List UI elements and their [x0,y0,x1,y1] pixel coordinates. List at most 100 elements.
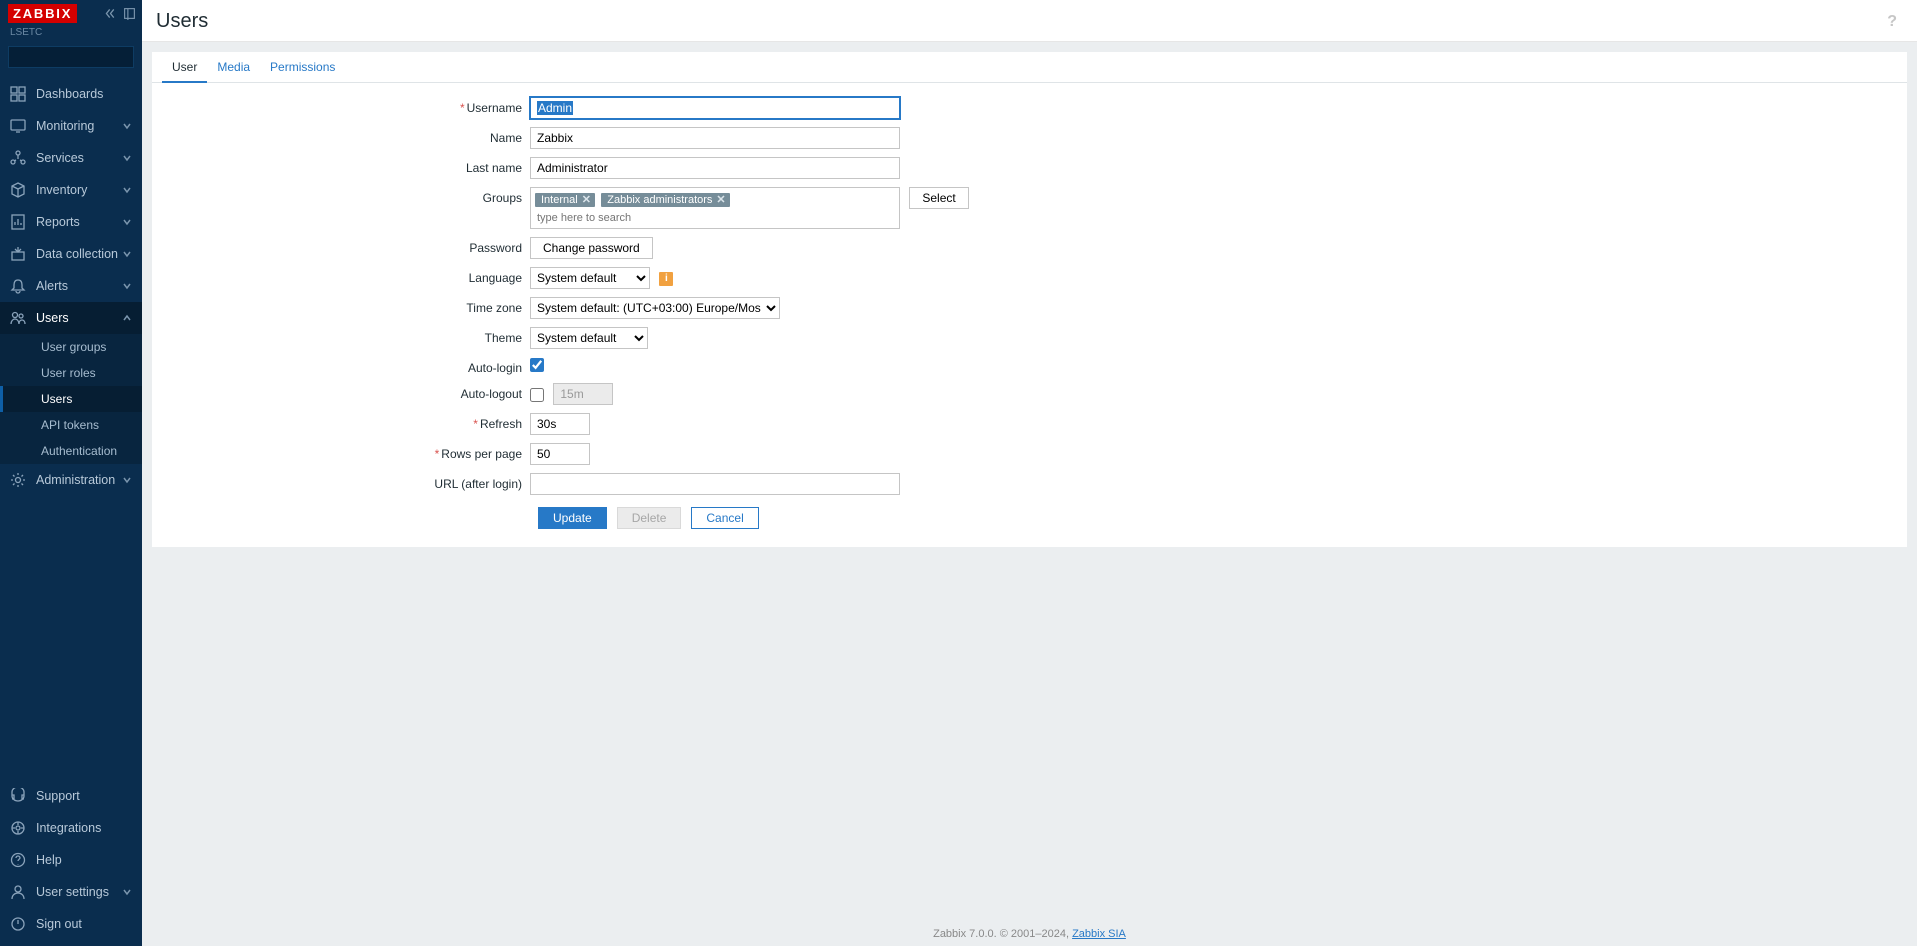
sub-api-tokens[interactable]: API tokens [0,412,142,438]
remove-tag-icon[interactable]: ✕ [582,195,591,206]
nav-services[interactable]: Services [0,142,142,174]
group-tag: Internal✕ [535,193,595,207]
gear-icon [10,472,26,488]
name-input[interactable] [530,127,900,149]
inventory-icon [10,182,26,198]
delete-button: Delete [617,507,682,529]
timezone-label: Time zone [162,297,530,315]
users-subnav: User groups User roles Users API tokens … [0,334,142,464]
nav-label: Reports [36,215,122,229]
nav-label: Data collection [36,247,122,261]
rows-input[interactable] [530,443,590,465]
chevron-down-icon [122,249,132,259]
sub-users[interactable]: Users [0,386,142,412]
nav-monitoring[interactable]: Monitoring [0,110,142,142]
footer-link[interactable]: Zabbix SIA [1072,928,1126,940]
chevron-down-icon [122,121,132,131]
username-label: *Username [162,97,530,115]
nav-label: Monitoring [36,119,122,133]
autologout-checkbox[interactable] [530,388,544,402]
chevron-down-icon [122,281,132,291]
popout-icon[interactable] [123,7,136,20]
chevron-down-icon [122,185,132,195]
nav-label: Sign out [36,917,132,931]
nav-label: Services [36,151,122,165]
groups-label: Groups [162,187,530,205]
footer: Zabbix 7.0.0. © 2001–2024, Zabbix SIA [142,928,1917,940]
nav-label: Administration [36,473,122,487]
url-label: URL (after login) [162,473,530,491]
chevron-down-icon [122,475,132,485]
integrations-icon [10,820,26,836]
form-actions: Update Delete Cancel [162,507,1897,529]
collapse-icon[interactable] [104,7,117,20]
nav-reports[interactable]: Reports [0,206,142,238]
autologout-input [553,383,613,405]
password-label: Password [162,237,530,255]
sub-user-groups[interactable]: User groups [0,334,142,360]
cancel-button[interactable]: Cancel [691,507,758,529]
sidebar-collapse-icons [104,7,136,20]
users-icon [10,310,26,326]
group-tag: Zabbix administrators✕ [601,193,729,207]
tab-media[interactable]: Media [207,52,260,83]
nav-sign-out[interactable]: Sign out [0,908,142,940]
logo[interactable]: ZABBIX [8,4,77,23]
refresh-label: *Refresh [162,413,530,431]
nav-alerts[interactable]: Alerts [0,270,142,302]
chevron-down-icon [122,887,132,897]
nav-support[interactable]: Support [0,780,142,812]
help-icon [10,852,26,868]
nav-inventory[interactable]: Inventory [0,174,142,206]
support-icon [10,788,26,804]
groups-multiselect[interactable]: Internal✕ Zabbix administrators✕ [530,187,900,229]
search-box[interactable] [8,46,134,68]
groups-search-input[interactable] [535,210,715,226]
change-password-button[interactable]: Change password [530,237,653,259]
tab-user[interactable]: User [162,52,207,83]
sub-user-roles[interactable]: User roles [0,360,142,386]
nav-user-settings[interactable]: User settings [0,876,142,908]
nav-data-collection[interactable]: Data collection [0,238,142,270]
lastname-input[interactable] [530,157,900,179]
nav-label: Inventory [36,183,122,197]
sidebar: ZABBIX LSETC Dashboards Monitoring [0,0,142,946]
nav-label: Alerts [36,279,122,293]
select-groups-button[interactable]: Select [909,187,968,209]
bottom-nav: Support Integrations Help User settings … [0,780,142,940]
nav-label: User settings [36,885,122,899]
nav-dashboards[interactable]: Dashboards [0,78,142,110]
nav-users[interactable]: Users [0,302,142,334]
theme-label: Theme [162,327,530,345]
reports-icon [10,214,26,230]
autologin-label: Auto-login [162,357,530,375]
timezone-select[interactable]: System default: (UTC+03:00) Europe/Mosco… [530,297,780,319]
tabs: User Media Permissions [152,52,1907,83]
user-form: *Username Admin Name Last name Groups [152,83,1907,547]
help-icon[interactable]: ? [1887,13,1903,31]
nav-help[interactable]: Help [0,844,142,876]
signout-icon [10,916,26,932]
url-input[interactable] [530,473,900,495]
nav-integrations[interactable]: Integrations [0,812,142,844]
update-button[interactable]: Update [538,507,607,529]
language-select[interactable]: System default [530,267,650,289]
autologin-checkbox[interactable] [530,358,544,372]
refresh-input[interactable] [530,413,590,435]
services-icon [10,150,26,166]
nav-label: Dashboards [36,87,132,101]
sub-authentication[interactable]: Authentication [0,438,142,464]
remove-tag-icon[interactable]: ✕ [716,195,725,206]
nav-administration[interactable]: Administration [0,464,142,496]
theme-select[interactable]: System default [530,327,648,349]
username-input[interactable]: Admin [530,97,900,119]
warning-icon[interactable]: i [659,272,673,286]
nav-label: Help [36,853,132,867]
tab-permissions[interactable]: Permissions [260,52,345,83]
name-label: Name [162,127,530,145]
lastname-label: Last name [162,157,530,175]
server-name: LSETC [0,25,142,44]
chevron-up-icon [122,313,132,323]
nav-label: Integrations [36,821,132,835]
panel: User Media Permissions *Username Admin N… [152,52,1907,547]
